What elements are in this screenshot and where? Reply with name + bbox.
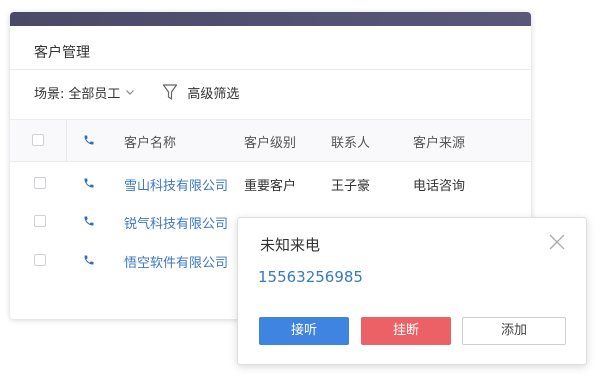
customer-source: 电话咨询 [413, 179, 466, 194]
page-title: 客户管理 [34, 45, 90, 61]
customer-level: 重要客户 [244, 179, 297, 194]
phone-icon[interactable] [83, 177, 95, 189]
column-separator [66, 119, 67, 161]
customer-name-link[interactable]: 锐气科技有限公司 [124, 213, 228, 232]
scene-label: 场景: [34, 86, 65, 102]
chevron-down-icon[interactable] [124, 86, 136, 98]
phone-icon[interactable] [83, 215, 95, 227]
filter-icon[interactable] [162, 83, 178, 101]
filter-bar: 场景: 全部员工 高级筛选 [34, 83, 239, 102]
divider [10, 119, 531, 120]
row-checkbox[interactable] [34, 254, 46, 266]
incoming-call-popup: 未知来电 15563256985 接听 挂断 添加 [237, 217, 587, 365]
divider [10, 161, 531, 162]
add-contact-button[interactable]: 添加 [462, 317, 566, 345]
card-header-bar [10, 12, 531, 26]
phone-icon [83, 134, 95, 146]
column-header-name[interactable]: 客户名称 [124, 132, 176, 151]
customer-name-link[interactable]: 悟空软件有限公司 [124, 252, 228, 271]
divider [10, 69, 531, 70]
answer-button[interactable]: 接听 [259, 317, 349, 345]
hangup-button[interactable]: 挂断 [361, 317, 451, 345]
scene-dropdown-value[interactable]: 全部员工 [68, 83, 120, 102]
close-icon[interactable] [548, 233, 566, 251]
customer-contact: 王子豪 [331, 179, 371, 194]
select-all-checkbox[interactable] [32, 134, 44, 146]
column-header-level[interactable]: 客户级别 [244, 132, 296, 151]
customer-name-link[interactable]: 雪山科技有限公司 [124, 175, 228, 194]
popup-title: 未知来电 [260, 236, 321, 254]
column-header-contact[interactable]: 联系人 [331, 132, 370, 151]
row-checkbox[interactable] [34, 215, 46, 227]
advanced-filter-button[interactable]: 高级筛选 [187, 83, 239, 102]
caller-phone-number: 15563256985 [258, 268, 363, 286]
row-checkbox[interactable] [34, 177, 46, 189]
phone-icon[interactable] [83, 254, 95, 266]
column-header-source[interactable]: 客户来源 [413, 132, 465, 151]
